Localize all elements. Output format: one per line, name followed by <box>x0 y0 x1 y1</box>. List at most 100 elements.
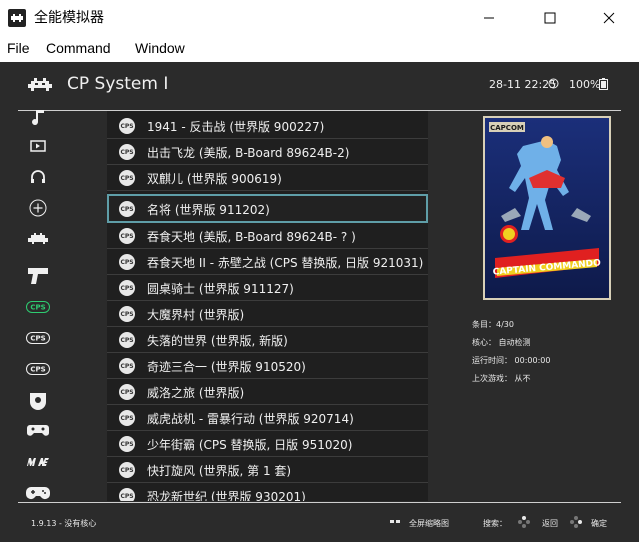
retroarch-invader-icon <box>8 9 26 27</box>
maximize-button[interactable] <box>527 0 573 36</box>
game-title: 吞食天地 (美版, B-Board 89624B- ? ) <box>147 230 356 244</box>
sidebar-add[interactable] <box>26 197 50 219</box>
select-button-icon <box>390 520 400 523</box>
core-label: 核心： 自动检测 <box>472 338 531 347</box>
list-item[interactable]: CPS 双麒儿 (世界版 900619) <box>107 165 428 191</box>
minimize-icon <box>484 17 494 19</box>
last-played-label: 上次游戏： 从不 <box>472 374 531 383</box>
header: CP System I 28-11 22:25 100% <box>0 62 639 109</box>
cps-icon: CPS <box>119 170 135 186</box>
list-item[interactable]: CPS 1941 - 反击战 (世界版 900227) <box>107 113 428 139</box>
game-title: 出击飞龙 (美版, B-Board 89624B-2) <box>147 146 350 160</box>
maximize-icon <box>544 12 556 24</box>
cps-icon: CPS <box>119 436 135 452</box>
headphones-icon <box>31 170 45 183</box>
cps-icon: CPS <box>119 410 135 426</box>
menu-bar: File Command Window <box>0 36 639 62</box>
list-item[interactable]: CPS 奇迹三合一 (世界版 910520) <box>107 353 428 379</box>
game-title: 大魔界村 (世界版) <box>147 308 245 322</box>
list-item[interactable]: CPS 吞食天地 II - 赤壁之战 (CPS 替换版, 日版 921031) <box>107 249 428 275</box>
list-item-selected[interactable]: CPS 名将 (世界版 911202) <box>107 194 428 223</box>
sidebar-lightgun[interactable] <box>26 265 50 287</box>
entry-count: 条目：4/30 <box>472 320 514 329</box>
retroarch-view: CP System I 28-11 22:25 100% CPS CPS CPS… <box>0 62 639 542</box>
window-title: 全能模拟器 <box>34 10 104 26</box>
runtime-label: 运行时间： 00:00:00 <box>472 356 551 365</box>
svg-text:CPS: CPS <box>30 335 45 343</box>
list-item[interactable]: CPS 大魔界村 (世界版) <box>107 301 428 327</box>
boxart-thumbnail: CAPCOM CAPTAIN COMMANDO <box>483 116 611 300</box>
game-title: 少年街霸 (CPS 替换版, 日版 951020) <box>147 438 353 452</box>
cps-icon: CPS <box>119 332 135 348</box>
sidebar-dreamcast[interactable] <box>26 389 50 411</box>
boxart-image: CAPCOM CAPTAIN COMMANDO <box>485 118 609 298</box>
svg-text:CPS: CPS <box>30 366 45 374</box>
list-item[interactable]: CPS 少年街霸 (CPS 替换版, 日版 951020) <box>107 431 428 457</box>
list-item[interactable]: CPS 快打旋风 (世界版, 第 1 套) <box>107 457 428 483</box>
game-title: 双麒儿 (世界版 900619) <box>147 172 282 186</box>
menu-command[interactable]: Command <box>46 40 111 56</box>
sidebar-cps1-selected[interactable]: CPS <box>26 296 50 318</box>
list-item[interactable]: CPS 失落的世界 (世界版, 新版) <box>107 327 428 353</box>
list-item[interactable]: CPS 恐龙新世纪 (世界版 930201) <box>107 483 428 501</box>
clock-icon <box>548 78 559 89</box>
list-item[interactable]: CPS 出击飞龙 (美版, B-Board 89624B-2) <box>107 139 428 165</box>
search-action[interactable]: 搜索： <box>483 518 507 529</box>
cps-icon: CPS <box>119 118 135 134</box>
menu-window[interactable]: Window <box>135 40 185 56</box>
menu-file[interactable]: File <box>7 40 30 56</box>
game-title: 圆桌骑士 (世界版 911127) <box>147 282 294 296</box>
cps1-icon: CPS <box>26 301 50 313</box>
sidebar-cps2[interactable]: CPS <box>26 327 50 349</box>
cps-icon: CPS <box>119 384 135 400</box>
cps-icon: CPS <box>119 488 135 501</box>
game-title: 1941 - 反击战 (世界版 900227) <box>147 120 325 134</box>
publisher-logo: CAPCOM <box>490 124 524 132</box>
mame-icon <box>27 458 49 466</box>
music-icon <box>32 110 44 126</box>
list-item[interactable]: CPS 吞食天地 (美版, B-Board 89624B- ? ) <box>107 223 428 249</box>
cps-icon: CPS <box>119 254 135 270</box>
game-title: 奇迹三合一 (世界版 910520) <box>147 360 306 374</box>
invader-logo-icon <box>28 78 52 91</box>
sidebar-retroarch[interactable] <box>26 228 50 250</box>
cps-icon: CPS <box>119 462 135 478</box>
sidebar-gamecube[interactable] <box>26 420 50 442</box>
cps-icon: CPS <box>119 358 135 374</box>
list-item[interactable]: CPS 威洛之旅 (世界版) <box>107 379 428 405</box>
sidebar-music[interactable] <box>26 106 50 128</box>
battery-icon <box>599 78 608 90</box>
cps-icon: CPS <box>119 280 135 296</box>
game-list: CPS 1941 - 反击战 (世界版 900227) CPS 出击飞龙 (美版… <box>107 111 428 501</box>
sidebar-gamepad[interactable] <box>26 482 50 504</box>
minimize-button[interactable] <box>466 0 512 36</box>
cps2-icon: CPS <box>26 332 50 344</box>
window-titlebar: 全能模拟器 <box>0 0 639 36</box>
sidebar-cps3[interactable]: CPS <box>26 358 50 380</box>
playlist-title: CP System I <box>67 74 169 94</box>
game-title: 失落的世界 (世界版, 新版) <box>147 334 288 348</box>
svg-text:CPS: CPS <box>30 304 45 312</box>
game-title: 恐龙新世纪 (世界版 930201) <box>147 490 306 501</box>
list-item[interactable]: CPS 威虎战机 - 雷暴行动 (世界版 920714) <box>107 405 428 431</box>
cps-icon: CPS <box>119 228 135 244</box>
list-item[interactable]: CPS 圆桌骑士 (世界版 911127) <box>107 275 428 301</box>
ok-action[interactable]: 确定 <box>591 518 607 529</box>
add-icon <box>29 199 47 217</box>
close-button[interactable] <box>586 0 632 36</box>
face-buttons-back-icon <box>522 515 536 529</box>
footer-divider <box>18 502 621 503</box>
fullscreen-thumbnail-action[interactable]: 全屏缩略图 <box>409 518 449 529</box>
sidebar-video[interactable] <box>26 135 50 157</box>
cps3-icon: CPS <box>26 363 50 375</box>
dreamcast-icon <box>30 393 46 410</box>
close-icon <box>603 12 615 24</box>
battery-level: 100% <box>569 78 601 91</box>
game-title: 威虎战机 - 雷暴行动 (世界版 920714) <box>147 412 354 426</box>
sidebar-netplay[interactable] <box>26 166 50 188</box>
sidebar-mame[interactable] <box>26 451 50 473</box>
version-label: 1.9.13 - 没有核心 <box>31 519 97 528</box>
cps-icon: CPS <box>119 201 135 217</box>
invader-icon <box>28 233 48 244</box>
back-action[interactable]: 返回 <box>542 518 558 529</box>
